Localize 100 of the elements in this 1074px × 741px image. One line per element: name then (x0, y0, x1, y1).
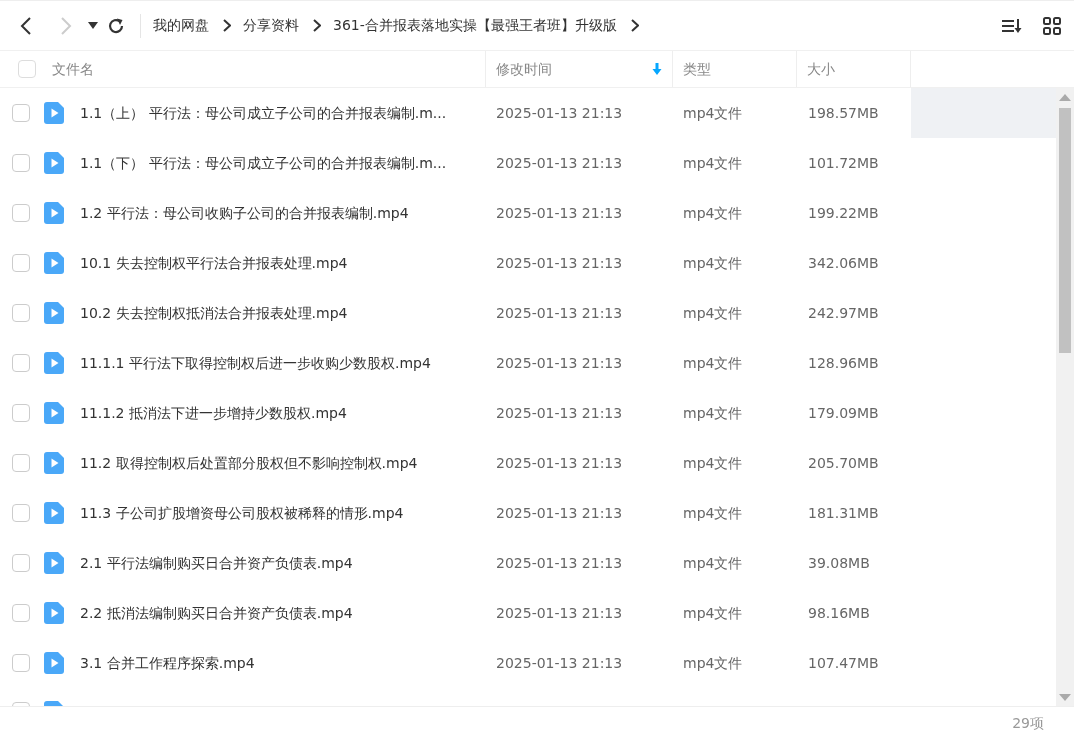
row-checkbox[interactable] (12, 454, 30, 472)
row-checkbox[interactable] (12, 504, 30, 522)
video-file-icon (44, 152, 64, 174)
file-row[interactable]: 2.2 抵消法编制购买日合并资产负债表.mp4 2025-01-13 21:13 mp4文件 98.16MB (0, 588, 1056, 638)
file-type: mp4文件 (682, 103, 744, 123)
modified-time: 2025-01-13 21:13 (495, 503, 624, 523)
file-name[interactable]: 11.2 取得控制权后处置部分股权但不影响控制权.mp4 (80, 452, 418, 474)
file-size: 128.96MB (807, 353, 880, 373)
row-checkbox[interactable] (12, 654, 30, 672)
file-type: mp4文件 (682, 603, 744, 623)
file-size: 101.72MB (807, 153, 880, 173)
row-checkbox[interactable] (12, 154, 30, 172)
file-row[interactable]: 10.2 失去控制权抵消法合并报表处理.mp4 2025-01-13 21:13 mp4文件 242.97MB (0, 288, 1056, 338)
file-size: 107.47MB (807, 653, 880, 673)
file-row[interactable]: 11.1.1 平行法下取得控制权后进一步收购少数股权.mp4 2025-01-13 21:13 mp4文件 128.96MB (0, 338, 1056, 388)
modified-time: 2025-01-13 21:13 (495, 303, 624, 323)
file-name[interactable]: 2.1 平行法编制购买日合并资产负债表.mp4 (80, 552, 353, 574)
row-checkbox[interactable] (12, 204, 30, 222)
modified-time: 2025-01-13 21:13 (495, 103, 624, 123)
file-size: 205.70MB (807, 453, 880, 473)
file-name[interactable]: 3.1 合并工作程序探索.mp4 (80, 652, 255, 674)
caret-icon[interactable] (88, 22, 98, 29)
file-row[interactable]: 1.1（下） 平行法：母公司成立子公司的合并报表编制.m... 2025-01-13 21:13 mp4文件 101.72MB (0, 138, 1056, 188)
video-file-icon (44, 202, 64, 224)
video-file-icon (44, 602, 64, 624)
file-size: 198.57MB (807, 103, 880, 123)
file-name[interactable]: 10.2 失去控制权抵消法合并报表处理.mp4 (80, 302, 348, 324)
column-header-cell[interactable]: 大小 (797, 51, 911, 87)
grid-view-icon[interactable] (1043, 16, 1061, 35)
file-name[interactable]: 1.1（上） 平行法：母公司成立子公司的合并报表编制.m... (80, 102, 447, 124)
file-row[interactable]: 2.1 平行法编制购买日合并资产负债表.mp4 2025-01-13 21:13 mp4文件 39.08MB (0, 538, 1056, 588)
file-type: mp4文件 (682, 253, 744, 273)
forward-icon[interactable] (60, 15, 72, 36)
file-row[interactable]: 10.1 失去控制权平行法合并报表处理.mp4 2025-01-13 21:13 mp4文件 342.06MB (0, 238, 1056, 288)
file-type: mp4文件 (682, 553, 744, 573)
chevron-icon (223, 19, 231, 32)
file-size: 39.08MB (807, 553, 871, 573)
row-checkbox[interactable] (12, 404, 30, 422)
video-file-icon (44, 302, 64, 324)
file-row[interactable]: 1.1（上） 平行法：母公司成立子公司的合并报表编制.m... 2025-01-13 21:13 mp4文件 198.57MB (0, 88, 1056, 138)
row-checkbox[interactable] (12, 354, 30, 372)
row-checkbox[interactable] (12, 254, 30, 272)
video-file-icon (44, 402, 64, 424)
breadcrumb-link[interactable]: 361-合并报表落地实操【最强王者班】升级版 (333, 15, 617, 36)
modified-time: 2025-01-13 21:13 (495, 153, 624, 173)
chevron-icon (313, 19, 321, 32)
row-checkbox[interactable] (12, 304, 30, 322)
file-name[interactable]: 11.3 子公司扩股增资母公司股权被稀释的情形.mp4 (80, 502, 404, 524)
file-name[interactable]: 11.1.2 抵消法下进一步增持少数股权.mp4 (80, 402, 347, 424)
scrollbar[interactable] (1056, 88, 1074, 706)
file-name[interactable]: 11.1.1 平行法下取得控制权后进一步收购少数股权.mp4 (80, 352, 431, 374)
file-size: 242.97MB (807, 303, 880, 323)
sort-icon[interactable] (1001, 16, 1023, 35)
file-size: 179.09MB (807, 403, 880, 423)
file-type: mp4文件 (682, 203, 744, 223)
file-size: 199.22MB (807, 203, 880, 223)
scrollbar-thumb[interactable] (1059, 108, 1071, 353)
file-type: mp4文件 (682, 353, 744, 373)
column-header[interactable]: 修改时间 (496, 58, 552, 80)
modified-time: 2025-01-13 21:13 (495, 453, 624, 473)
file-name[interactable]: 1.1（下） 平行法：母公司成立子公司的合并报表编制.m... (80, 152, 447, 174)
file-row[interactable]: 11.2 取得控制权后处置部分股权但不影响控制权.mp4 2025-01-13 21:13 mp4文件 205.70MB (0, 438, 1056, 488)
file-row[interactable]: 3.1 合并工作程序探索.mp4 2025-01-13 21:13 mp4文件 107.47MB (0, 638, 1056, 688)
video-file-icon (44, 652, 64, 674)
video-file-icon (44, 452, 64, 474)
row-checkbox[interactable] (12, 104, 30, 122)
video-file-icon (44, 502, 64, 524)
column-header-cell[interactable]: 类型 (673, 51, 797, 87)
file-type: mp4文件 (682, 453, 744, 473)
video-file-icon (44, 102, 64, 124)
file-row[interactable]: 1.2 平行法：母公司收购子公司的合并报表编制.mp4 2025-01-13 21:13 mp4文件 199.22MB (0, 188, 1056, 238)
modified-time: 2025-01-13 21:13 (495, 203, 624, 223)
refresh-icon[interactable] (107, 16, 125, 35)
breadcrumb-link[interactable]: 分享资料 (243, 15, 299, 36)
scroll-down-icon (1059, 694, 1071, 701)
file-name[interactable]: 10.1 失去控制权平行法合并报表处理.mp4 (80, 252, 348, 274)
column-header-cell[interactable]: 文件名 (0, 51, 486, 87)
item-count: 29项 (1012, 714, 1044, 733)
row-checkbox[interactable] (12, 604, 30, 622)
select-all-checkbox[interactable] (18, 60, 36, 78)
back-icon[interactable] (20, 15, 32, 36)
video-file-icon (44, 552, 64, 574)
file-size: 342.06MB (807, 253, 880, 273)
column-header[interactable]: 类型 (683, 58, 711, 80)
file-row[interactable]: 11.3 子公司扩股增资母公司股权被稀释的情形.mp4 2025-01-13 21:13 mp4文件 181.31MB (0, 488, 1056, 538)
file-name[interactable]: 1.2 平行法：母公司收购子公司的合并报表编制.mp4 (80, 202, 409, 224)
file-type: mp4文件 (682, 153, 744, 173)
file-row[interactable]: 11.1.2 抵消法下进一步增持少数股权.mp4 2025-01-13 21:13 mp4文件 179.09MB (0, 388, 1056, 438)
scroll-up-icon (1059, 94, 1071, 101)
file-type: mp4文件 (682, 403, 744, 423)
modified-time: 2025-01-13 21:13 (495, 253, 624, 273)
file-name[interactable]: 2.2 抵消法编制购买日合并资产负债表.mp4 (80, 602, 353, 624)
column-header[interactable]: 文件名 (52, 58, 94, 80)
modified-time: 2025-01-13 21:13 (495, 553, 624, 573)
file-type: mp4文件 (682, 653, 744, 673)
column-header[interactable]: 大小 (807, 58, 835, 80)
column-header-cell[interactable]: 修改时间 (486, 51, 673, 87)
breadcrumb-link[interactable]: 我的网盘 (153, 15, 209, 36)
row-checkbox[interactable] (12, 554, 30, 572)
modified-time: 2025-01-13 21:13 (495, 403, 624, 423)
